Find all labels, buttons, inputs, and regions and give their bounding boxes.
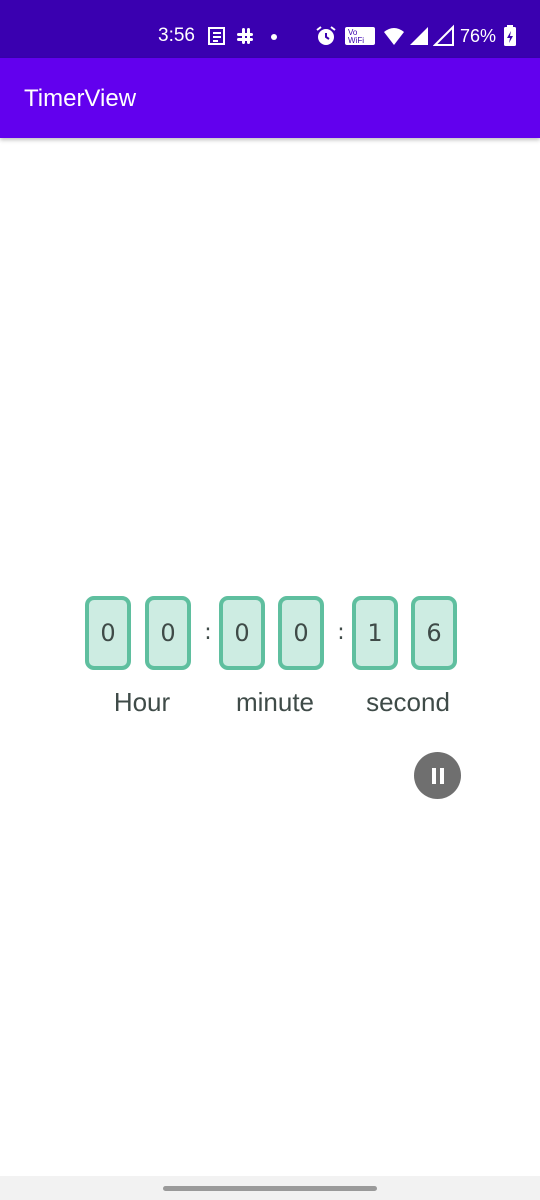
alarm-icon [316, 26, 336, 45]
slack-icon [237, 28, 253, 44]
dot-icon [271, 34, 277, 40]
vowifi-icon: Vo WiFi [345, 27, 375, 45]
minute-second-separator: : [337, 620, 345, 645]
second-tens-digit: 1 [352, 596, 398, 670]
second-ones-digit: 6 [411, 596, 457, 670]
battery-icon [504, 25, 516, 46]
battery-percent: 76% [460, 26, 497, 46]
minute-label: minute [235, 687, 315, 717]
svg-text:WiFi: WiFi [348, 36, 364, 45]
hour-minute-separator: : [204, 620, 212, 645]
hour-ones-digit: 0 [145, 596, 191, 670]
signal-icon [410, 27, 428, 45]
app-bar: TimerView [0, 58, 540, 138]
wifi-icon [384, 28, 404, 45]
signal-icon-2 [433, 24, 454, 46]
hour-label: Hour [113, 687, 171, 717]
app-title: TimerView [24, 85, 137, 112]
notes-icon [208, 27, 225, 45]
status-bar: 3:56 Vo WiFi 76% [0, 0, 540, 58]
second-label: second [366, 687, 450, 717]
status-time: 3:56 [158, 25, 195, 46]
pause-button[interactable] [414, 752, 461, 799]
gesture-handle[interactable] [163, 1186, 377, 1191]
minute-ones-digit: 0 [278, 596, 324, 670]
minute-tens-digit: 0 [219, 596, 265, 670]
navigation-bar [0, 1176, 540, 1200]
hour-tens-digit: 0 [85, 596, 131, 670]
pause-icon [431, 767, 444, 784]
